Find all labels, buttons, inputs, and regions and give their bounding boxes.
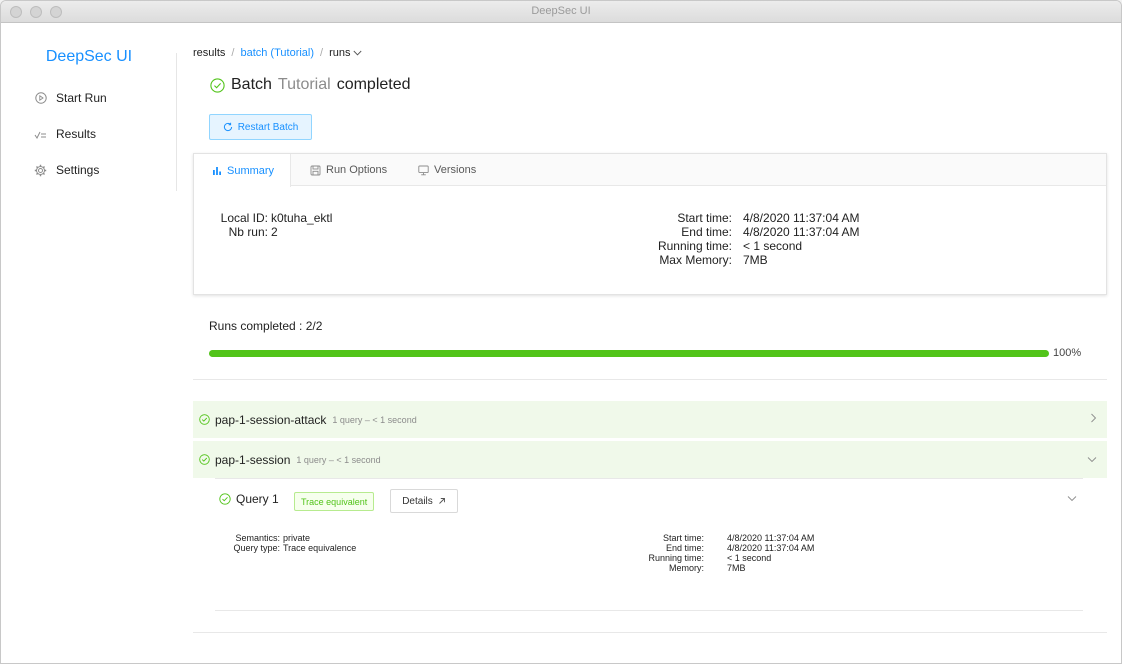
reload-icon <box>223 122 232 132</box>
breadcrumb-runs-dropdown[interactable]: runs <box>329 47 362 59</box>
tab-label: Run Options <box>326 164 388 176</box>
title-batch-name: Tutorial <box>277 76 331 93</box>
run-row-session-attack[interactable]: pap-1-session-attack 1 query – < 1 secon… <box>193 401 1107 438</box>
tab-run-options[interactable]: Run Options <box>300 154 397 186</box>
run-meta: 1 query – < 1 second <box>296 454 381 465</box>
summary-card: Summary Run Options Versions Local ID: k… <box>193 153 1107 295</box>
title-prefix: Batch <box>231 76 272 93</box>
bar-chart-icon <box>213 166 221 175</box>
breadcrumb-separator: / <box>320 47 324 59</box>
start-time-value: 4/8/2020 11:37:04 AM <box>743 211 860 225</box>
trace-equivalent-tag: Trace equivalent <box>294 492 375 511</box>
chevron-down-icon <box>1087 457 1097 463</box>
arrow-up-right-icon <box>438 498 445 504</box>
play-circle-icon <box>34 92 47 105</box>
query-title[interactable]: Query 1 <box>219 492 279 506</box>
chevron-down-icon[interactable] <box>1067 495 1077 502</box>
page-title: Batch Tutorial completed <box>210 76 411 94</box>
section-divider <box>193 379 1107 380</box>
breadcrumb-results[interactable]: results <box>193 47 225 59</box>
gear-icon <box>34 164 47 177</box>
query-memory-label: Memory: <box>668 563 704 573</box>
tab-summary[interactable]: Summary <box>194 154 291 187</box>
tab-bar: Summary Run Options Versions <box>194 154 1106 187</box>
restart-batch-button[interactable]: Restart Batch <box>209 114 312 140</box>
progress-fill <box>209 350 1049 357</box>
query-end-label: End time: <box>665 543 704 553</box>
app-window: DeepSec UI DeepSec UI Start Run Results … <box>0 0 1122 664</box>
run-meta: 1 query – < 1 second <box>332 414 417 425</box>
sidebar-item-label: Results <box>56 127 97 141</box>
tab-versions[interactable]: Versions <box>408 154 486 186</box>
check-circle-icon <box>219 493 231 505</box>
sidebar-divider <box>176 53 177 191</box>
window-title: DeepSec UI <box>531 5 591 17</box>
chevron-down-icon <box>352 50 362 56</box>
sidebar-item-label: Start Run <box>56 91 107 105</box>
runs-completed-label: Runs completed : 2/2 <box>209 319 323 333</box>
query-start-value: 4/8/2020 11:37:04 AM <box>727 533 815 543</box>
progress-percent: 100% <box>1053 347 1082 359</box>
restart-batch-label: Restart Batch <box>237 121 299 133</box>
query-title-label: Query 1 <box>236 492 279 506</box>
breadcrumb-separator: / <box>231 47 235 59</box>
run-row-session[interactable]: pap-1-session 1 query – < 1 second <box>193 441 1107 478</box>
end-time-label: End time: <box>681 225 732 239</box>
chevron-right-icon <box>1091 413 1097 423</box>
run-name: pap-1-session-attack <box>215 412 327 427</box>
check-circle-icon <box>199 414 210 425</box>
runs-bottom-divider <box>193 632 1107 633</box>
query-running-label: Running time: <box>648 553 704 563</box>
check-circle-icon <box>210 77 225 93</box>
title-bar: DeepSec UI <box>1 1 1121 23</box>
query-end-value: 4/8/2020 11:37:04 AM <box>727 543 815 553</box>
desktop-icon <box>418 165 429 175</box>
sidebar-item-label: Settings <box>56 163 100 177</box>
sidebar-item-results[interactable]: Results <box>34 127 96 141</box>
brand-logo[interactable]: DeepSec UI <box>1 48 177 66</box>
run-name: pap-1-session <box>215 452 291 467</box>
breadcrumb-batch[interactable]: batch (Tutorial) <box>240 47 314 59</box>
summary-right: Start time: 4/8/2020 11:37:04 AM End tim… <box>194 211 1108 271</box>
breadcrumb-runs-label: runs <box>329 47 351 59</box>
breadcrumb: results / batch (Tutorial) / runs <box>193 47 362 59</box>
tab-label: Versions <box>434 164 477 176</box>
start-time-label: Start time: <box>677 211 732 225</box>
running-time-value: < 1 second <box>743 239 803 253</box>
progress-bar <box>209 350 1049 357</box>
tab-label: Summary <box>227 164 275 177</box>
check-circle-icon <box>199 454 210 465</box>
max-memory-label: Max Memory: <box>659 253 732 267</box>
sidebar-item-settings[interactable]: Settings <box>34 163 99 177</box>
running-time-label: Running time: <box>657 239 732 253</box>
query-right-details: Start time: 4/8/2020 11:37:04 AM End tim… <box>1 533 1121 578</box>
query-running-value: < 1 second <box>727 553 772 563</box>
end-time-value: 4/8/2020 11:37:04 AM <box>743 225 860 239</box>
title-suffix: completed <box>336 76 411 93</box>
query-memory-value: 7MB <box>727 563 746 573</box>
sidebar-item-start-run[interactable]: Start Run <box>34 91 107 105</box>
query-start-label: Start time: <box>662 533 704 543</box>
details-label: Details <box>402 495 433 507</box>
save-icon <box>310 165 321 175</box>
query-bottom-divider <box>215 610 1083 611</box>
query-top-divider <box>215 478 1083 479</box>
details-button[interactable]: Details <box>390 489 458 513</box>
max-memory-value: 7MB <box>743 253 768 267</box>
check-list-icon <box>34 128 47 141</box>
